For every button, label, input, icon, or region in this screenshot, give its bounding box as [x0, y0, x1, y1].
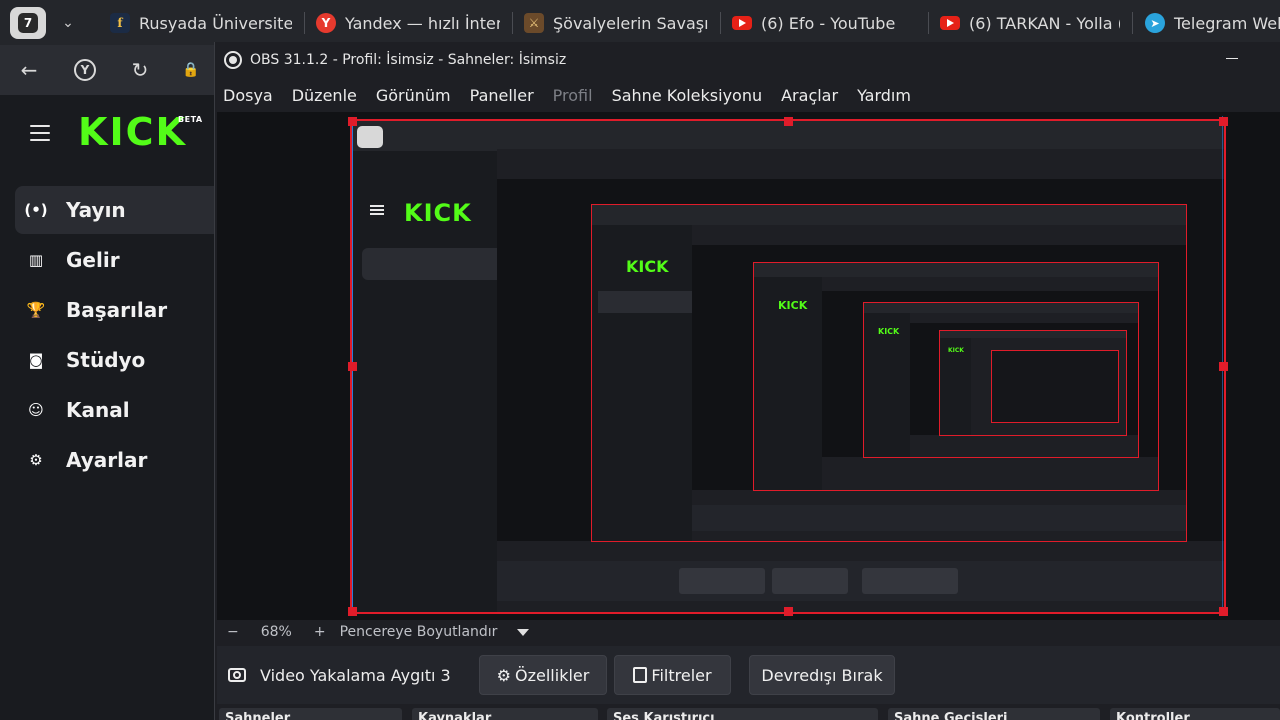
browser-tab[interactable]: (6) Efo - YouTube	[732, 8, 916, 38]
browser-tab[interactable]: ⚔ Şövalyelerin Savaşı: I	[524, 8, 708, 38]
filter-icon	[633, 667, 648, 683]
back-arrow-icon[interactable]: ←	[14, 55, 44, 85]
studio-icon: ◙	[28, 351, 44, 369]
youtube-favicon-icon	[732, 16, 752, 30]
menu-profil[interactable]: Profil	[553, 86, 593, 105]
browser-tab[interactable]: f Rusyada Üniversite (	[110, 8, 292, 38]
nav-label: Başarılar	[66, 298, 168, 322]
channel-icon: ☺	[28, 401, 44, 419]
dock-audio-mixer[interactable]: Ses Karıştırıcı	[607, 708, 878, 720]
browser-tab[interactable]: Y Yandex — hızlı İntern	[316, 8, 500, 38]
tab-title: Şövalyelerin Savaşı: I	[553, 13, 708, 33]
zoom-out-button[interactable]: −	[227, 624, 239, 640]
disable-button[interactable]: Devredışı Bırak	[749, 655, 895, 695]
chevron-down-icon[interactable]: ⌄	[52, 7, 84, 39]
filters-button[interactable]: Filtreler	[614, 655, 731, 695]
trophy-icon: 🏆	[26, 301, 46, 319]
obs-title: OBS 31.1.2 - Profil: İsimsiz - Sahneler:…	[250, 52, 567, 68]
menu-paneller[interactable]: Paneller	[470, 86, 534, 105]
nav-item-ayarlar[interactable]: ⚙ Ayarlar	[15, 436, 214, 484]
hamburger-menu-icon[interactable]	[30, 125, 50, 141]
tab-title: (6) TARKAN - Yolla (	[969, 13, 1120, 33]
tab-title: Telegram Web	[1174, 13, 1280, 33]
yandex-browser-icon[interactable]: Y	[70, 55, 100, 85]
nav-label: Yayın	[66, 198, 126, 222]
source-label: Video Yakalama Aygıtı 3	[228, 660, 451, 690]
obs-menu-bar: Dosya Düzenle Görünüm Paneller Profil Sa…	[214, 80, 911, 110]
dock-sources[interactable]: Kaynaklar	[412, 708, 598, 720]
nav-label: Kanal	[66, 398, 130, 422]
dock-scene-transitions[interactable]: Sahne Geçişleri	[888, 708, 1100, 720]
zoom-bar: − 68% + Pencereye Boyutlandır	[217, 620, 1280, 644]
chevron-down-icon[interactable]	[517, 628, 530, 636]
youtube-favicon-icon	[940, 16, 960, 30]
nav-item-basarilar[interactable]: 🏆 Başarılar	[15, 286, 214, 334]
f-favicon-icon: f	[110, 13, 130, 33]
browser-tab[interactable]: (6) TARKAN - Yolla (	[940, 8, 1120, 38]
nav-item-studyo[interactable]: ◙ Stüdyo	[15, 336, 214, 384]
zoom-fit-select[interactable]: Pencereye Boyutlandır	[340, 624, 504, 640]
game-favicon-icon: ⚔	[524, 13, 544, 33]
menu-yardim[interactable]: Yardım	[857, 86, 911, 105]
nav-label: Gelir	[66, 248, 120, 272]
beta-badge: BETA	[178, 115, 203, 124]
kick-logo[interactable]: KICK	[78, 113, 187, 151]
lock-icon[interactable]: 🔒	[176, 55, 206, 85]
chart-icon: ▥	[28, 251, 44, 269]
telegram-favicon-icon: ➤	[1145, 13, 1165, 33]
obs-title-bar: OBS 31.1.2 - Profil: İsimsiz - Sahneler:…	[214, 42, 1280, 78]
tab-count: 7	[18, 13, 38, 33]
yandex-favicon-icon: Y	[316, 13, 336, 33]
gear-icon: ⚙	[29, 451, 43, 469]
reload-icon[interactable]: ↻	[125, 55, 155, 85]
properties-button[interactable]: ⚙ Özellikler	[479, 655, 607, 695]
source-name: Video Yakalama Aygıtı 3	[260, 665, 451, 685]
nav-item-kanal[interactable]: ☺ Kanal	[15, 386, 214, 434]
browser-tab[interactable]: ➤ Telegram Web	[1145, 8, 1280, 38]
nav-label: Ayarlar	[66, 448, 148, 472]
gear-icon: ⚙	[496, 665, 512, 685]
menu-sahne-koleksiyonu[interactable]: Sahne Koleksiyonu	[612, 86, 763, 105]
tab-counter-button[interactable]: 7	[10, 7, 46, 39]
nav-label: Stüdyo	[66, 348, 146, 372]
nav-item-yayin[interactable]: (•) Yayın	[15, 186, 214, 234]
tab-title: (6) Efo - YouTube	[761, 13, 896, 33]
camera-icon	[228, 668, 246, 682]
nav-item-gelir[interactable]: ▥ Gelir	[15, 236, 214, 284]
menu-gorunum[interactable]: Görünüm	[376, 86, 451, 105]
zoom-level: 68%	[260, 624, 292, 640]
tab-title: Yandex — hızlı İntern	[345, 13, 500, 33]
obs-logo-icon	[224, 51, 242, 69]
broadcast-icon: (•)	[24, 201, 48, 219]
dock-scenes[interactable]: Sahneler	[219, 708, 402, 720]
tab-title: Rusyada Üniversite (	[139, 13, 292, 33]
zoom-in-button[interactable]: +	[314, 624, 326, 640]
menu-araclar[interactable]: Araçlar	[781, 86, 838, 105]
minimize-icon[interactable]	[1226, 58, 1238, 59]
menu-dosya[interactable]: Dosya	[223, 86, 273, 105]
captured-screen-preview[interactable]: KICK KICK KICK KICK KICK	[350, 119, 1226, 614]
menu-duzenle[interactable]: Düzenle	[292, 86, 357, 105]
dock-controls[interactable]: Kontroller	[1110, 708, 1280, 720]
